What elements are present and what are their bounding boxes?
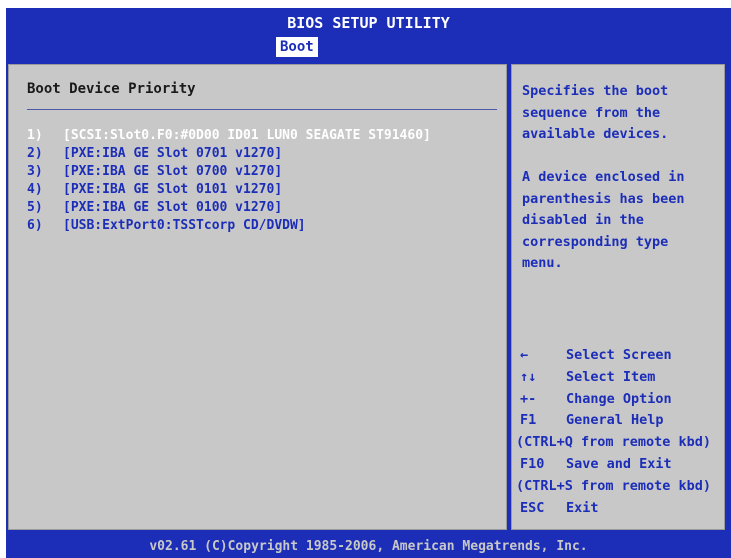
- help-line: A device enclosed in: [522, 169, 685, 185]
- key-action: Change Option: [566, 390, 672, 407]
- boot-device-number: 5): [27, 200, 43, 215]
- key-action: Exit: [566, 499, 599, 516]
- help-line: [522, 146, 685, 168]
- help-line: Specifies the boot: [522, 83, 669, 99]
- help-line: sequence from the: [522, 104, 661, 121]
- remote-kbd-note: (CTRL+Q from remote kbd): [516, 434, 712, 451]
- help-panel: Specifies the boot sequence from the ava…: [511, 64, 725, 530]
- key-row-exit: ESC Exit: [520, 498, 711, 520]
- boot-device-number: 3): [27, 164, 43, 179]
- boot-device-label: [PXE:IBA GE Slot 0700 v1270]: [63, 164, 283, 179]
- boot-device-list: 1) [SCSI:Slot0.F0:#0D00 ID01 LUN0 SEAGATE…: [27, 127, 431, 235]
- help-line: parenthesis has been: [522, 190, 685, 207]
- up-down-arrow-key: ↑↓: [520, 368, 537, 385]
- boot-device-1[interactable]: 1) [SCSI:Slot0.F0:#0D00 ID01 LUN0 SEAGATE…: [27, 127, 431, 145]
- key-row-save-exit: F10 Save and Exit: [520, 454, 711, 476]
- f1-key: F1: [520, 412, 537, 429]
- remote-kbd-note: (CTRL+S from remote kbd): [516, 477, 712, 494]
- section-title: Boot Device Priority: [27, 81, 196, 97]
- boot-device-number: 1): [27, 128, 43, 143]
- key-action: Save and Exit: [566, 455, 672, 472]
- boot-device-number: 4): [27, 182, 43, 197]
- plus-minus-key: +-: [520, 390, 537, 407]
- boot-device-number: 6): [27, 218, 43, 233]
- esc-key: ESC: [520, 499, 545, 516]
- boot-device-4[interactable]: 4) [PXE:IBA GE Slot 0101 v1270]: [27, 181, 431, 199]
- title-bar: BIOS SETUP UTILITY Boot: [6, 8, 731, 58]
- key-row-general-help: F1 General Help: [520, 410, 711, 432]
- boot-device-label: [PXE:IBA GE Slot 0100 v1270]: [63, 200, 283, 215]
- help-text: Specifies the boot sequence from the ava…: [522, 81, 685, 275]
- boot-device-label: [SCSI:Slot0.F0:#0D00 ID01 LUN0 SEAGATE S…: [63, 128, 431, 143]
- help-line: corresponding type: [522, 233, 669, 250]
- boot-device-number: 2): [27, 146, 43, 161]
- key-legend: ← Select Screen ↑↓ Select Item +- Change Op…: [516, 345, 711, 520]
- boot-priority-panel: Boot Device Priority 1) [SCSI:Slot0.F0:#0…: [8, 64, 507, 530]
- help-line: available devices.: [522, 126, 669, 142]
- key-row-change-option: +- Change Option: [520, 389, 711, 411]
- left-arrow-key: ←: [520, 347, 529, 363]
- key-action: Select Screen: [566, 347, 672, 363]
- key-row-remote-help: (CTRL+Q from remote kbd): [516, 432, 711, 454]
- boot-device-label: [USB:ExtPort0:TSSTcorp CD/DVDW]: [63, 218, 306, 233]
- window-title: BIOS SETUP UTILITY: [287, 14, 450, 32]
- key-action: General Help: [566, 412, 664, 429]
- boot-device-3[interactable]: 3) [PXE:IBA GE Slot 0700 v1270]: [27, 163, 431, 181]
- key-row-remote-save: (CTRL+S from remote kbd): [516, 476, 711, 498]
- boot-device-2[interactable]: 2) [PXE:IBA GE Slot 0701 v1270]: [27, 145, 431, 163]
- key-row-select-item: ↑↓ Select Item: [520, 367, 711, 389]
- tab-boot[interactable]: Boot: [276, 37, 318, 57]
- key-action: Select Item: [566, 368, 656, 385]
- help-line: disabled in the: [522, 212, 644, 228]
- boot-device-5[interactable]: 5) [PXE:IBA GE Slot 0100 v1270]: [27, 199, 431, 217]
- boot-device-label: [PXE:IBA GE Slot 0101 v1270]: [63, 182, 283, 197]
- section-divider: [27, 109, 497, 110]
- copyright-footer: v02.61 (C)Copyright 1985-2006, American …: [6, 536, 731, 558]
- boot-device-6[interactable]: 6) [USB:ExtPort0:TSSTcorp CD/DVDW]: [27, 217, 431, 235]
- help-line: menu.: [522, 255, 563, 271]
- f10-key: F10: [520, 455, 545, 472]
- key-row-select-screen: ← Select Screen: [520, 345, 711, 367]
- boot-device-label: [PXE:IBA GE Slot 0701 v1270]: [63, 146, 283, 161]
